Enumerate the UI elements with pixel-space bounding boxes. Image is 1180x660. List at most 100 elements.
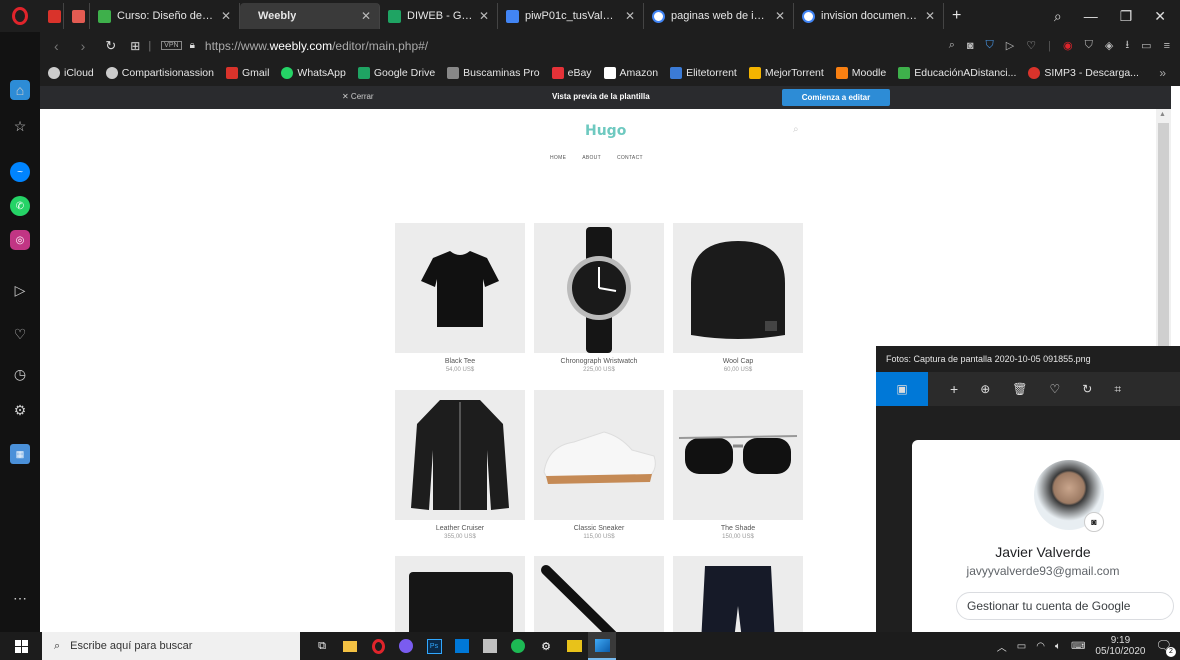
more-bookmarks-icon[interactable]: » xyxy=(1159,66,1180,80)
product-image[interactable] xyxy=(395,223,525,353)
tab-doc[interactable]: piwP01c_tusValverdeRive ✕ xyxy=(498,3,644,29)
winrar-icon[interactable] xyxy=(560,632,588,660)
product-card[interactable] xyxy=(534,556,664,632)
close-icon[interactable]: ✕ xyxy=(479,9,489,23)
camera-app-icon[interactable] xyxy=(448,632,476,660)
close-window-icon[interactable]: ✕ xyxy=(1154,8,1166,25)
product-image[interactable] xyxy=(534,556,664,632)
rotate-icon[interactable]: ↻ xyxy=(1082,382,1092,396)
bookmark-elitetorrent[interactable]: Elitetorrent xyxy=(670,66,737,79)
bookmark-gmail[interactable]: Gmail xyxy=(226,66,269,79)
search-icon[interactable]: ⌕ xyxy=(949,39,955,52)
bookmark-educacion[interactable]: EducaciónADistanci... xyxy=(898,66,1016,79)
product-image[interactable] xyxy=(534,390,664,520)
product-card[interactable]: Chronograph Wristwatch 225,00 US$ xyxy=(534,223,664,373)
add-icon[interactable]: + xyxy=(950,381,958,397)
forward-icon[interactable]: › xyxy=(81,38,86,54)
opera-icon[interactable] xyxy=(364,632,392,660)
speed-dial-icon[interactable]: ⊞ xyxy=(130,39,140,53)
product-card[interactable]: Wool Cap 60,00 US$ xyxy=(673,223,803,373)
chevron-up-icon[interactable]: ︿ xyxy=(997,639,1007,654)
close-icon[interactable]: ✕ xyxy=(775,9,785,23)
messenger-icon[interactable]: ~ xyxy=(10,162,30,182)
search-tabs-icon[interactable]: ⌕ xyxy=(1054,8,1062,25)
tab-weebly[interactable]: Weebly ✕ xyxy=(240,3,380,29)
opera-menu-button[interactable] xyxy=(0,3,40,29)
scroll-up-icon[interactable]: ▲ xyxy=(1159,111,1166,118)
tab-paginas[interactable]: paginas web de inmobilia ✕ xyxy=(644,3,794,29)
volume-icon[interactable]: 🔈︎ xyxy=(1055,641,1061,652)
tab-drive[interactable]: DIWEB - Google Drive ✕ xyxy=(380,3,498,29)
view-photo-icon[interactable]: ▣ xyxy=(876,372,928,406)
product-card[interactable]: The Shade 150,00 US$ xyxy=(673,390,803,540)
product-image[interactable] xyxy=(673,223,803,353)
delete-icon[interactable]: 🗑︎ xyxy=(1012,382,1027,396)
close-icon[interactable]: ✕ xyxy=(625,9,635,23)
product-card[interactable] xyxy=(395,556,525,632)
home-icon[interactable]: ⌂ xyxy=(10,80,30,100)
extension-icon[interactable]: ▦ xyxy=(10,444,30,464)
cube-icon[interactable]: ◈ xyxy=(1105,39,1113,52)
camera-icon[interactable]: ◙ xyxy=(967,40,974,52)
battery-icon[interactable]: ▭ xyxy=(1141,39,1151,52)
site-logo[interactable]: Hugo xyxy=(585,123,626,139)
tab-gmail[interactable] xyxy=(40,3,64,29)
itunes-icon[interactable] xyxy=(392,632,420,660)
start-editing-button[interactable]: Comienza a editar xyxy=(782,89,890,106)
heart-icon[interactable]: ♡ xyxy=(1026,39,1036,52)
download-icon[interactable]: ⭳ xyxy=(1125,36,1129,55)
photoshop-icon[interactable]: Ps xyxy=(420,632,448,660)
bookmark-amazon[interactable]: Amazon xyxy=(603,66,658,79)
flow-icon[interactable]: ▷ xyxy=(10,280,30,300)
tool-icon[interactable] xyxy=(476,632,504,660)
back-icon[interactable]: ‹ xyxy=(54,38,59,54)
favorite-icon[interactable]: ♡ xyxy=(1049,382,1060,396)
close-icon[interactable]: ✕ xyxy=(925,9,935,23)
minimize-icon[interactable]: — xyxy=(1084,8,1098,25)
settings-icon[interactable]: ⚙ xyxy=(532,632,560,660)
bookmark-buscaminas[interactable]: Buscaminas Pro xyxy=(447,66,540,79)
clock[interactable]: 9:19 05/10/2020 xyxy=(1095,635,1145,657)
vpn-shield-icon[interactable]: ⛉ xyxy=(1085,39,1093,52)
star-icon[interactable]: ☆ xyxy=(10,116,30,136)
notifications-icon[interactable]: 🗨︎ 2 xyxy=(1155,638,1176,657)
whatsapp-icon[interactable]: ✆ xyxy=(10,196,30,216)
extension-icon[interactable]: ◉ xyxy=(1063,39,1073,52)
bookmark-moodle[interactable]: Moodle xyxy=(835,66,886,79)
restore-icon[interactable]: ❐ xyxy=(1120,8,1133,25)
close-icon[interactable]: ✕ xyxy=(221,9,231,23)
nav-contact[interactable]: CONTACT xyxy=(617,155,643,161)
tab-calendar[interactable] xyxy=(64,3,90,29)
more-icon[interactable]: ⋯ xyxy=(10,588,30,608)
nav-about[interactable]: ABOUT xyxy=(582,155,601,161)
bookmark-ebay[interactable]: eBay xyxy=(551,66,592,79)
heart-icon[interactable]: ♡ xyxy=(10,324,30,344)
file-explorer-icon[interactable] xyxy=(336,632,364,660)
bookmark-whatsapp[interactable]: WhatsApp xyxy=(281,66,346,79)
taskbar-search-box[interactable]: ⌕ Escribe aquí para buscar xyxy=(42,632,300,660)
tab-curso[interactable]: Curso: Diseño de Interfac ✕ xyxy=(90,3,240,29)
manage-account-button[interactable]: Gestionar tu cuenta de Google xyxy=(956,592,1174,620)
search-icon[interactable]: ⌕ xyxy=(793,124,799,135)
new-tab-button[interactable]: + xyxy=(944,3,974,29)
reload-icon[interactable]: ↻ xyxy=(105,38,116,54)
camera-icon[interactable]: ◙ xyxy=(1084,512,1104,532)
vpn-badge[interactable]: VPN xyxy=(161,41,182,50)
bookmark-simp3[interactable]: SIMP3 - Descarga... xyxy=(1028,66,1139,79)
bookmark-drive[interactable]: Google Drive xyxy=(357,66,435,79)
crop-icon[interactable]: ⌗ xyxy=(1114,382,1121,397)
shield-icon[interactable]: ⛉ xyxy=(986,39,994,52)
product-card[interactable]: Black Tee 54,00 US$ xyxy=(395,223,525,373)
windows-start-icon[interactable] xyxy=(0,632,42,660)
product-image[interactable] xyxy=(534,223,664,353)
settings-icon[interactable]: ⚙ xyxy=(10,400,30,420)
bookmark-compartisionassion[interactable]: Compartisionassion xyxy=(105,66,214,79)
battery-icon[interactable]: ▭ xyxy=(1017,641,1026,652)
product-image[interactable] xyxy=(673,556,803,632)
tab-invision[interactable]: invision documentacion ✕ xyxy=(794,3,944,29)
close-preview-button[interactable]: ✕ Cerrar xyxy=(342,92,374,101)
zoom-icon[interactable]: ⊕ xyxy=(980,382,990,396)
history-icon[interactable]: ◷ xyxy=(10,364,30,384)
task-view-icon[interactable]: ⧉ xyxy=(308,632,336,660)
bookmark-mejortorrent[interactable]: MejorTorrent xyxy=(748,66,824,79)
